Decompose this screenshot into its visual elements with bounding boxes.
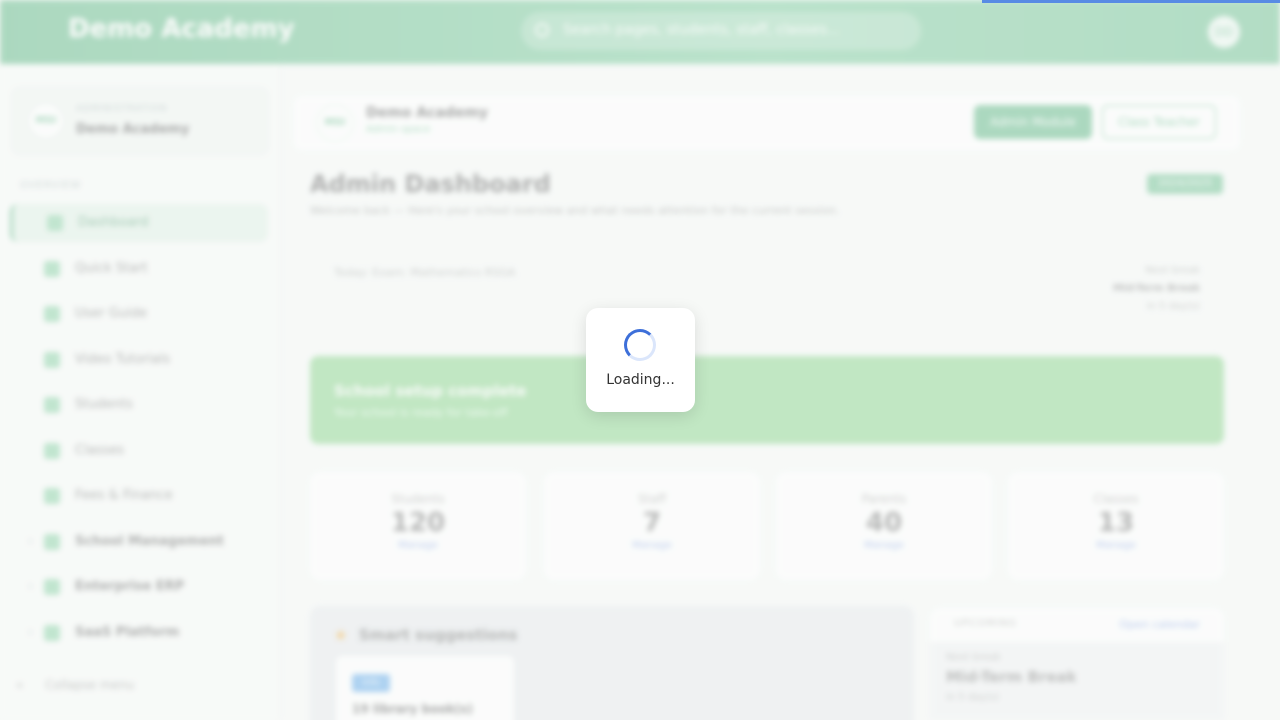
spinner-icon — [624, 329, 656, 361]
loading-text: Loading... — [606, 372, 675, 388]
loading-dialog: Loading... — [586, 308, 695, 412]
